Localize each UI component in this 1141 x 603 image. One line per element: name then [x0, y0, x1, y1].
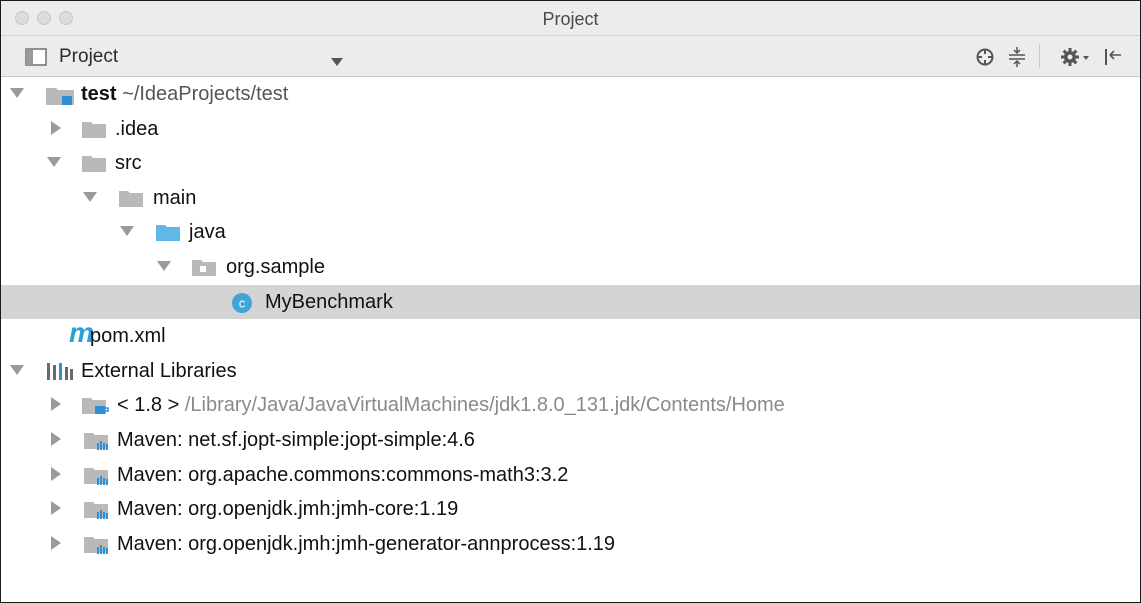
tree-row-pom[interactable]: m pom.xml	[1, 319, 1140, 354]
library-label: Maven: org.openjdk.jmh:jmh-generator-ann…	[117, 532, 616, 555]
library-label: Maven: org.openjdk.jmh:jmh-core:1.19	[117, 498, 459, 521]
toolbar-separator	[1039, 44, 1040, 68]
module-folder-icon	[45, 84, 75, 106]
tree-label-main: main	[153, 186, 197, 209]
expanded-arrow-icon[interactable]	[157, 258, 171, 274]
window-title: Project	[542, 9, 599, 29]
tree-row-library[interactable]: Maven: org.openjdk.jmh:jmh-generator-ann…	[1, 527, 1140, 562]
expanded-arrow-icon[interactable]	[83, 189, 97, 205]
tree-label-external-libraries: External Libraries	[81, 359, 237, 382]
tree-row-package[interactable]: org.sample	[1, 250, 1140, 285]
project-root-name: test	[81, 83, 117, 105]
package-icon	[191, 257, 217, 277]
jdk-path: /Library/Java/JavaVirtualMachines/jdk1.8…	[184, 394, 785, 417]
tree-row-idea[interactable]: .idea	[1, 112, 1140, 147]
tree-label-package: org.sample	[226, 255, 325, 278]
tree-label-idea: .idea	[115, 117, 159, 140]
libraries-icon	[46, 361, 74, 381]
collapsed-arrow-icon[interactable]	[49, 431, 63, 447]
project-view-icon	[25, 48, 47, 71]
folder-icon	[81, 153, 107, 173]
project-tree: test ~/IdeaProjects/test .idea src main …	[1, 77, 1140, 561]
tree-label-src: src	[115, 152, 142, 175]
library-label: Maven: org.apache.commons:commons-math3:…	[117, 463, 569, 486]
collapsed-arrow-icon[interactable]	[49, 500, 63, 516]
jdk-version: < 1.8 >	[117, 394, 180, 417]
tree-label-java: java	[189, 221, 226, 244]
locate-file-icon[interactable]	[973, 45, 997, 69]
maven-library-icon	[83, 465, 113, 487]
collapsed-arrow-icon[interactable]	[49, 466, 63, 482]
library-label: Maven: net.sf.jopt-simple:jopt-simple:4.…	[117, 428, 475, 451]
project-toolbar: Project	[1, 36, 1140, 77]
tree-row-jdk[interactable]: < 1.8 > /Library/Java/JavaVirtualMachine…	[1, 388, 1140, 423]
tree-label-pom: pom.xml	[90, 325, 166, 348]
source-folder-icon	[155, 222, 181, 242]
tree-label-class: MyBenchmark	[265, 290, 393, 313]
maven-library-icon	[83, 499, 113, 521]
tree-row-library[interactable]: Maven: net.sf.jopt-simple:jopt-simple:4.…	[1, 423, 1140, 458]
collapse-all-icon[interactable]	[1005, 45, 1029, 69]
maven-library-icon	[83, 430, 113, 452]
tree-row-library[interactable]: Maven: org.apache.commons:commons-math3:…	[1, 458, 1140, 493]
jdk-icon	[81, 395, 111, 417]
collapsed-arrow-icon[interactable]	[49, 120, 63, 136]
project-root-path: ~/IdeaProjects/test	[122, 83, 289, 105]
view-selector-label[interactable]: Project	[59, 46, 118, 68]
hide-panel-icon[interactable]	[1101, 45, 1125, 69]
expanded-arrow-icon[interactable]	[10, 362, 24, 378]
tree-row-src[interactable]: src	[1, 146, 1140, 181]
folder-icon	[118, 188, 144, 208]
title-bar: Project	[1, 1, 1140, 36]
class-badge-letter: c	[239, 295, 246, 310]
tree-row-mybenchmark[interactable]: c MyBenchmark	[1, 284, 1140, 320]
expanded-arrow-icon[interactable]	[10, 85, 24, 101]
folder-icon	[81, 119, 107, 139]
view-selector-dropdown-icon[interactable]	[331, 53, 343, 71]
expanded-arrow-icon[interactable]	[47, 154, 61, 170]
tree-row-external-libraries[interactable]: External Libraries	[1, 354, 1140, 389]
java-class-icon: c	[230, 291, 254, 315]
tree-row-main[interactable]: main	[1, 181, 1140, 216]
collapsed-arrow-icon[interactable]	[49, 535, 63, 551]
tree-row-test[interactable]: test ~/IdeaProjects/test	[1, 77, 1140, 112]
collapsed-arrow-icon[interactable]	[49, 396, 63, 412]
expanded-arrow-icon[interactable]	[120, 223, 134, 239]
maven-library-icon	[83, 534, 113, 556]
tree-row-java[interactable]: java	[1, 215, 1140, 250]
settings-gear-icon[interactable]	[1059, 45, 1093, 69]
tree-row-library[interactable]: Maven: org.openjdk.jmh:jmh-core:1.19	[1, 492, 1140, 527]
project-window: Project Project test ~/IdeaProjects/test	[0, 0, 1141, 603]
